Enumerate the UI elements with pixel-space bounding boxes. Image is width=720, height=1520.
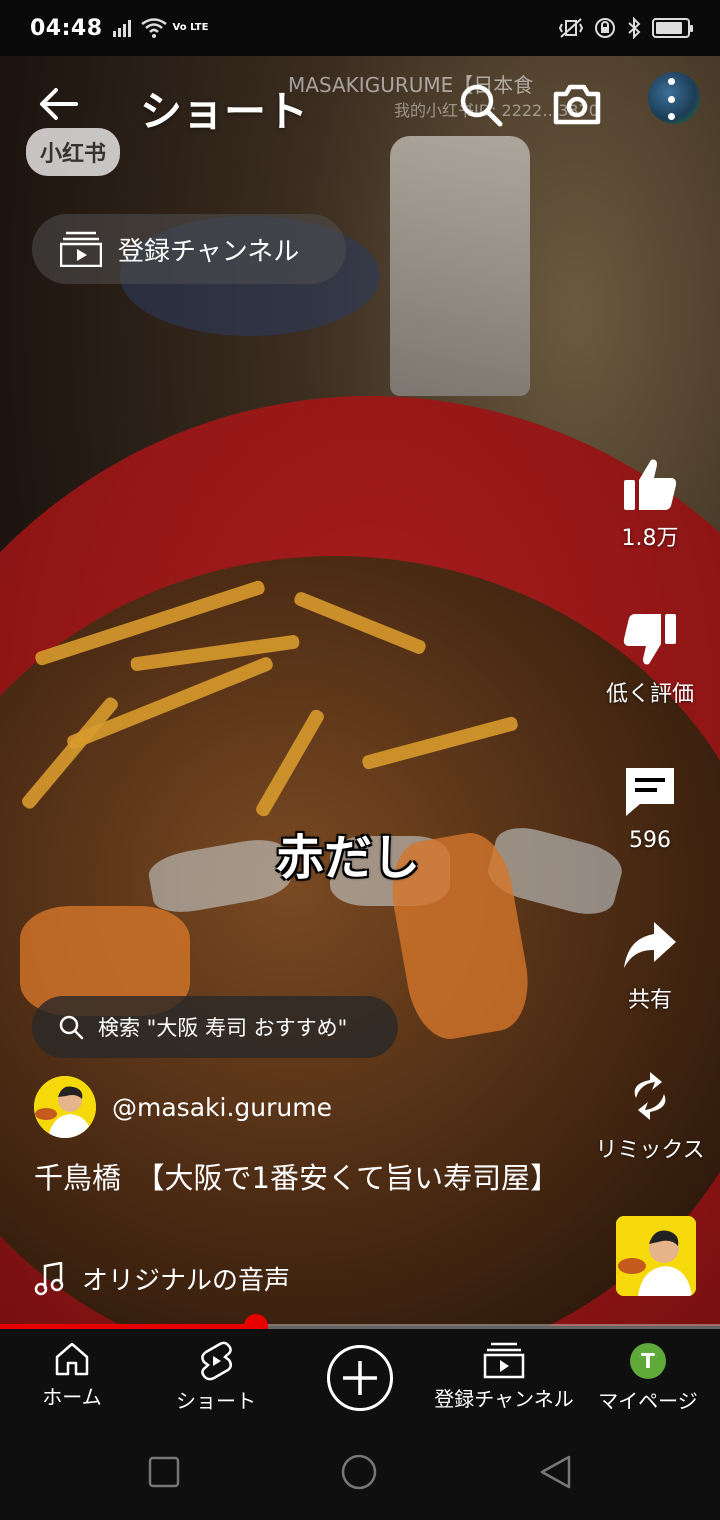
signal-icon (112, 20, 131, 37)
channel-handle[interactable]: @masaki.gurume (112, 1093, 332, 1122)
camera-icon[interactable] (552, 80, 602, 130)
nav-mypage-label: マイページ (598, 1389, 698, 1413)
music-note-icon (34, 1261, 64, 1295)
more-options-icon[interactable] (665, 78, 677, 120)
nav-home[interactable]: ホーム (22, 1329, 122, 1429)
search-icon[interactable] (458, 82, 504, 128)
home-circle-icon[interactable] (340, 1453, 378, 1491)
thumbs-up-icon (624, 459, 677, 510)
bluetooth-icon (628, 17, 641, 39)
mypage-avatar: T (630, 1343, 666, 1379)
bottom-navigation: ホーム ショート 登録チャンネル T マイページ (0, 1329, 720, 1429)
remix-label: リミックス (595, 1138, 705, 1163)
like-button[interactable]: 1.8万 (580, 456, 720, 552)
dislike-label: 低く評価 (605, 682, 694, 707)
nav-shorts[interactable]: ショート (166, 1329, 266, 1429)
recent-apps-icon[interactable] (148, 1456, 180, 1488)
nav-subscriptions[interactable]: 登録チャンネル (430, 1329, 578, 1429)
subscriptions-icon (483, 1342, 525, 1379)
battery-icon (652, 18, 693, 38)
search-icon (59, 1015, 84, 1040)
vibrate-icon (558, 18, 584, 38)
comment-icon (626, 768, 674, 816)
channel-row[interactable]: @masaki.gurume (34, 1076, 332, 1138)
video-cup-shape (390, 136, 530, 396)
volte-indicator: Vo LTE (172, 22, 209, 33)
channel-avatar-image (34, 1076, 96, 1138)
share-button[interactable]: 共有 (580, 918, 720, 1014)
dot (667, 95, 675, 103)
status-bar: 04:48 Vo LTE (0, 0, 720, 56)
related-search-text: 検索 "大阪 寿司 おすすめ" (98, 1016, 348, 1040)
shorts-header: ショート (0, 64, 720, 144)
shorts-icon (201, 1341, 232, 1381)
creator-thumbnail-image (616, 1216, 696, 1296)
arrow-left-icon[interactable] (36, 82, 80, 126)
create-button[interactable] (327, 1345, 393, 1411)
dot (667, 78, 675, 85)
video-title[interactable]: 千鳥橋 【大阪で1番安くて旨い寿司屋】 (34, 1160, 574, 1196)
related-search-chip[interactable]: 検索 "大阪 寿司 おすすめ" (32, 996, 398, 1058)
remix-button[interactable]: リミックス (580, 1068, 720, 1164)
thumbs-down-icon (623, 614, 676, 665)
nav-mypage[interactable]: T マイページ (596, 1329, 700, 1429)
status-right-icons (558, 17, 693, 39)
music-row[interactable]: オリジナルの音声 (34, 1260, 290, 1297)
status-time: 04:48 (30, 15, 103, 41)
system-navigation-bar (0, 1429, 720, 1520)
nav-subscriptions-label: 登録チャンネル (434, 1387, 574, 1411)
rotation-lock-icon (595, 18, 615, 38)
subscriptions-icon (60, 231, 102, 267)
music-label: オリジナルの音声 (82, 1266, 291, 1296)
page-title: ショート (140, 87, 309, 136)
share-icon (624, 922, 676, 968)
video-caption: 赤だし (276, 830, 421, 886)
status-left-icons: Vo LTE (112, 18, 209, 38)
remix-icon (634, 1072, 666, 1120)
back-triangle-icon[interactable] (538, 1454, 572, 1490)
wifi-icon (140, 18, 167, 38)
dot (667, 113, 675, 120)
sound-thumbnail[interactable] (616, 1216, 696, 1296)
dislike-button[interactable]: 低く評価 (580, 612, 720, 708)
battery-fill (656, 22, 682, 34)
nav-home-label: ホーム (42, 1385, 102, 1409)
nav-shorts-label: ショート (176, 1389, 256, 1413)
comment-count: 596 (629, 828, 671, 853)
subscriptions-chip-label: 登録チャンネル (118, 236, 300, 267)
comments-button[interactable]: 596 (580, 764, 720, 853)
home-icon (55, 1342, 89, 1376)
share-label: 共有 (627, 988, 672, 1013)
plus-icon (343, 1361, 377, 1395)
channel-avatar[interactable] (34, 1076, 96, 1138)
subscriptions-chip[interactable]: 登録チャンネル (32, 214, 346, 284)
like-count: 1.8万 (621, 526, 679, 551)
